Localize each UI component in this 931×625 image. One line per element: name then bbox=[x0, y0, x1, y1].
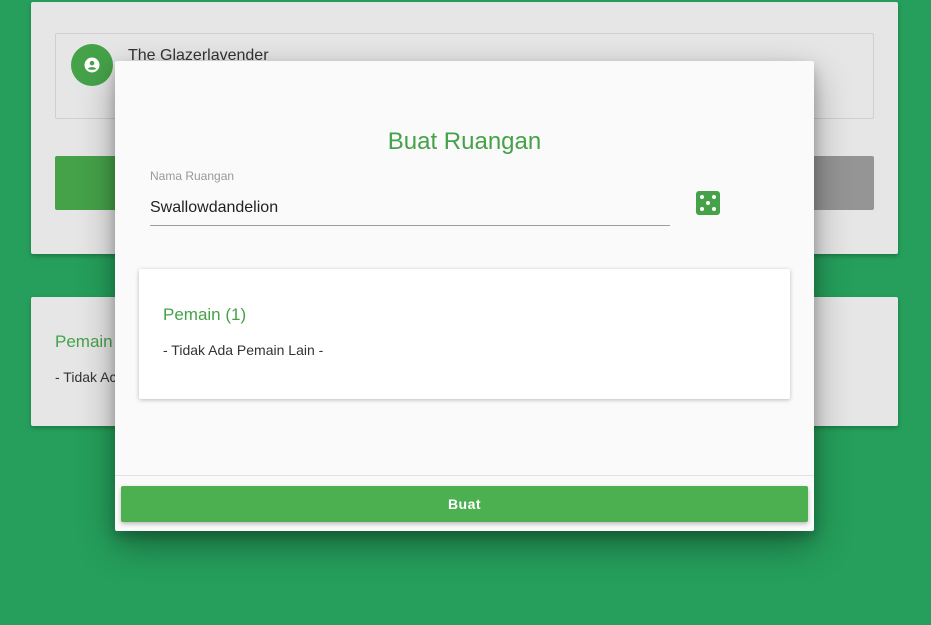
players-panel: Pemain (1) - Tidak Ada Pemain Lain - bbox=[139, 269, 790, 399]
room-name-label: Nama Ruangan bbox=[150, 169, 235, 183]
account-circle-icon bbox=[71, 44, 113, 86]
dialog-divider bbox=[115, 475, 814, 476]
dice-icon[interactable] bbox=[696, 191, 720, 215]
room-name-input[interactable] bbox=[150, 191, 670, 226]
players-title: Pemain (1) bbox=[163, 305, 247, 324]
create-room-dialog: Buat Ruangan Nama Ruangan Pemain (1) - T… bbox=[115, 61, 814, 531]
dialog-title: Buat Ruangan bbox=[387, 128, 542, 155]
players-heading: Pemain bbox=[55, 332, 113, 351]
players-empty-text: - Tidak Ada Pemain Lain - bbox=[163, 342, 324, 358]
players-empty-text: - Tidak Ac bbox=[55, 369, 117, 385]
create-button[interactable]: Buat bbox=[121, 486, 808, 522]
